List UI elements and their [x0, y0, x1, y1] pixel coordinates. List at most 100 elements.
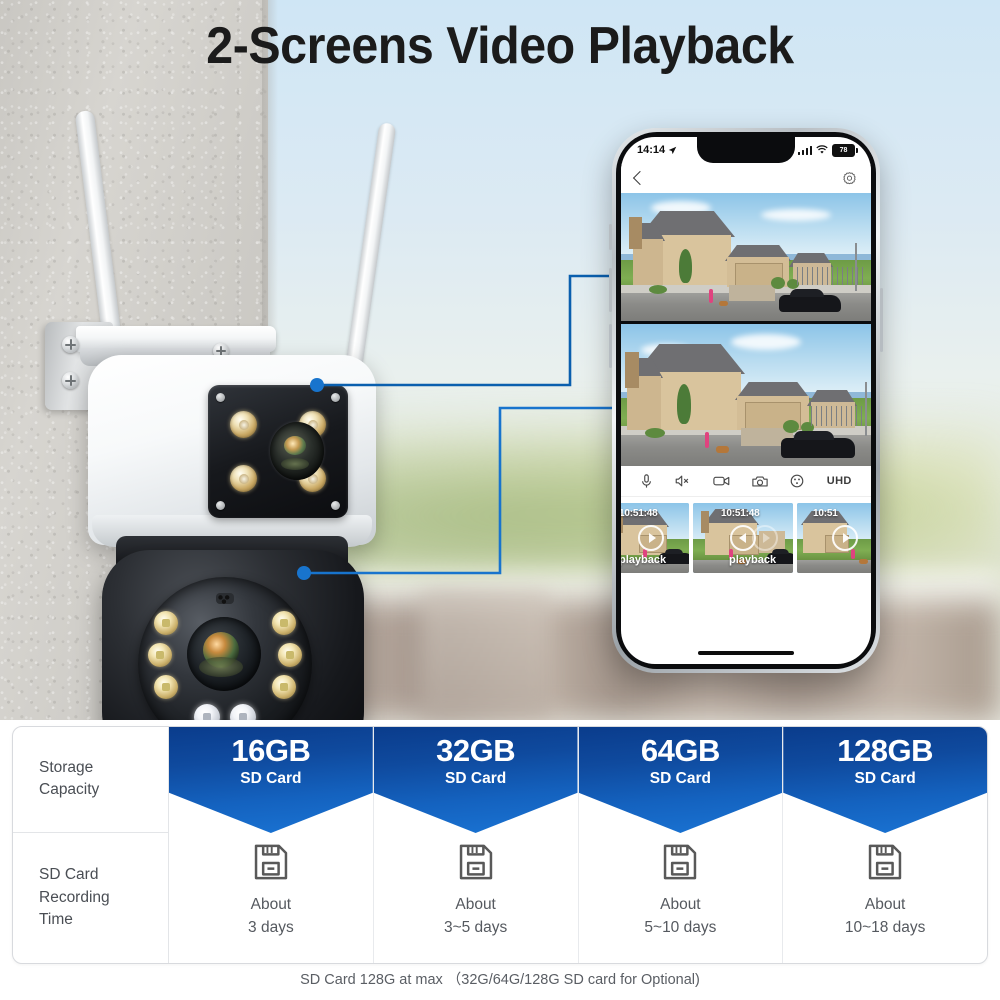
tree — [679, 249, 692, 283]
banner-text: 32GB SD Card — [374, 733, 578, 788]
ir-led-icon — [272, 675, 296, 699]
power-button[interactable] — [880, 288, 883, 352]
phone-screen: 14:14 78 UHD 10:51:48 playback 10:51:48 … — [621, 137, 871, 664]
about-label: About — [250, 896, 292, 913]
table-column-16gb: 16GB SD Card About 3 days — [169, 727, 374, 963]
about-label: About — [455, 896, 496, 913]
capacity-subtitle: SD Card — [854, 769, 916, 787]
gear-icon[interactable] — [842, 171, 857, 186]
smartphone-mockup: 14:14 78 UHD 10:51:48 playback 10:51:48 … — [609, 128, 883, 673]
cloud — [731, 334, 801, 350]
battery-level: 78 — [839, 146, 848, 154]
mute-switch[interactable] — [609, 224, 612, 250]
ir-led-icon — [230, 411, 257, 438]
duration-value: 3~5 days — [443, 919, 508, 937]
play-icon[interactable] — [832, 525, 858, 551]
play-icon[interactable] — [752, 525, 778, 551]
table-column-128gb: 128GB SD Card About 10~18 days — [783, 727, 987, 963]
camera-snapshot-icon[interactable] — [752, 475, 768, 488]
module-screw-icon — [331, 501, 340, 510]
dog — [716, 446, 729, 453]
person-walking — [705, 432, 709, 448]
playback-thumbnail[interactable]: 10:51 — [797, 503, 871, 573]
back-chevron-icon[interactable] — [632, 170, 648, 186]
mount-screw-icon — [62, 336, 79, 353]
fence — [797, 267, 863, 285]
about-label: About — [660, 896, 701, 913]
capacity-banner: 32GB SD Card — [373, 727, 578, 833]
telephoto-live-view[interactable] — [621, 324, 871, 466]
microphone-icon[interactable] — [640, 473, 653, 489]
parked-car — [779, 289, 841, 312]
sd-card-icon — [254, 844, 288, 880]
playback-control-bar: UHD — [621, 466, 871, 497]
ir-led-icon — [154, 611, 178, 635]
status-time: 14:14 — [637, 144, 666, 156]
ptz-lens — [187, 617, 261, 691]
cloud — [761, 209, 831, 221]
street-lamp — [865, 382, 867, 436]
playback-thumbnail-strip[interactable]: 10:51:48 playback 10:51:48 playback 10:5… — [621, 497, 871, 575]
fence — [811, 406, 871, 426]
thumbnail-timestamp: 10:51 — [813, 508, 838, 519]
app-nav-bar — [621, 163, 871, 193]
resolution-label[interactable]: UHD — [827, 475, 852, 487]
recording-time-cell: About 3~5 days — [374, 833, 578, 963]
duration-text: About 10~18 days — [845, 893, 926, 940]
location-arrow-icon — [668, 146, 677, 154]
recording-time-cell: About 10~18 days — [783, 833, 987, 963]
page-title: 2-Screens Video Playback — [206, 17, 794, 75]
more-options-icon[interactable] — [790, 474, 804, 488]
tree — [677, 384, 691, 424]
play-icon[interactable] — [638, 525, 664, 551]
volume-up-button[interactable] — [609, 268, 612, 312]
street-lamp — [855, 243, 857, 291]
battery-indicator: 78 — [832, 143, 858, 157]
speaker-mute-icon[interactable] — [675, 474, 690, 488]
scene-wide — [621, 193, 871, 321]
about-label: About — [864, 896, 906, 913]
status-right: 78 — [797, 143, 858, 157]
recording-time-cell: About 3 days — [169, 833, 373, 963]
hero-section: 2-Screens Video Playback 14:14 78 UHD 10… — [0, 0, 1000, 720]
status-bar: 14:14 78 — [621, 137, 871, 163]
capacity-value: 16GB — [231, 733, 311, 768]
recording-time-cell: About 5~10 days — [579, 833, 783, 963]
capacity-banner: 64GB SD Card — [578, 727, 783, 833]
footer-note: SD Card 128G at max （32G/64G/128G SD car… — [300, 972, 700, 988]
capacity-subtitle: SD Card — [445, 769, 507, 787]
thumbnail-label: playback — [621, 554, 667, 566]
wifi-icon — [816, 145, 828, 154]
table-column-64gb: 64GB SD Card About 5~10 days — [578, 727, 784, 963]
capacity-value: 32GB — [436, 733, 516, 768]
ir-led-icon — [230, 465, 257, 492]
row-label-storage-capacity: Storage Capacity — [13, 727, 168, 833]
duration-text: About 3~5 days — [444, 893, 507, 940]
home-indicator[interactable] — [698, 651, 794, 655]
white-spotlight-icon — [194, 704, 220, 720]
driveway — [729, 285, 775, 301]
fixed-wide-lens-module — [208, 385, 348, 518]
person-walking — [709, 289, 713, 303]
parked-car — [781, 431, 855, 458]
volume-down-button[interactable] — [609, 324, 612, 368]
video-record-icon[interactable] — [713, 475, 730, 487]
playback-thumbnail[interactable]: 10:51:48 playback — [693, 503, 793, 573]
duration-text: About 3 days — [248, 893, 294, 940]
thumbnail-timestamp: 10:51:48 — [721, 508, 760, 519]
product-infographic-page: 2-Screens Video Playback 14:14 78 UHD 10… — [0, 0, 1000, 1000]
row-label-recording-time: SD Card Recording Time — [39, 866, 110, 929]
chimney — [629, 217, 642, 249]
ir-led-icon — [154, 675, 178, 699]
module-screw-icon — [216, 393, 225, 402]
cellular-signal-icon — [797, 145, 812, 155]
capacity-subtitle: SD Card — [649, 769, 711, 787]
microphone-hole-icon — [216, 593, 234, 604]
wide-angle-live-view[interactable] — [621, 193, 871, 321]
table-column-32gb: 32GB SD Card About 3~5 days — [373, 727, 579, 963]
duration-value: 10~18 days — [844, 919, 926, 937]
white-spotlight-icon — [230, 704, 256, 720]
playback-thumbnail[interactable]: 10:51:48 playback — [621, 503, 689, 573]
ir-led-icon — [272, 611, 296, 635]
duration-value: 5~10 days — [644, 919, 717, 937]
